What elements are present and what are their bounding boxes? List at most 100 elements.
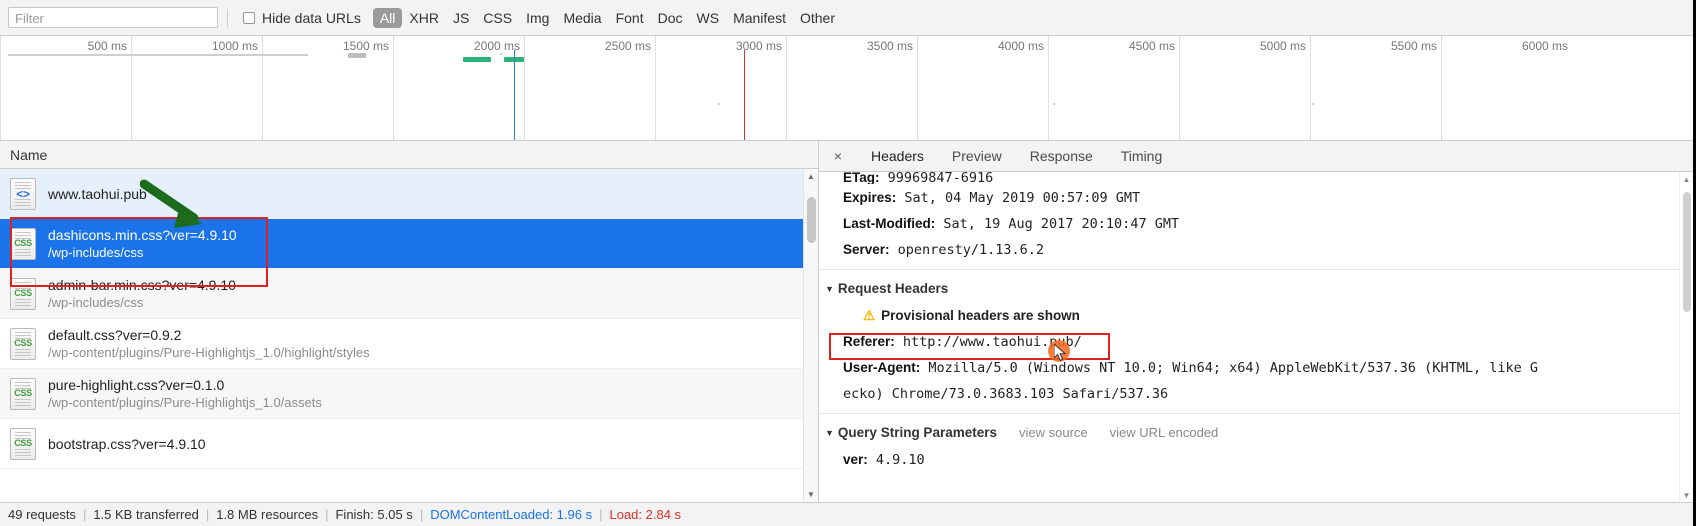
header-value: http://www.taohui.pub/ (894, 334, 1082, 350)
type-filter-all[interactable]: All (372, 7, 403, 28)
css-icon-label: CSS (14, 338, 32, 348)
status-resources: 1.8 MB resources (216, 507, 319, 522)
table-row[interactable]: CSS bootstrap.css?ver=4.9.10 (0, 419, 818, 469)
overview-request-bar (463, 57, 491, 62)
scrollbar-thumb[interactable] (807, 197, 816, 243)
type-filter-css[interactable]: CSS (476, 8, 519, 28)
overview-marker-dot (718, 103, 720, 105)
hide-data-urls-label: Hide data URLs (262, 9, 361, 26)
css-file-icon: CSS (10, 277, 36, 310)
table-row[interactable]: CSS admin-bar.min.css?ver=4.9.10 /wp-inc… (0, 269, 818, 319)
tab-headers[interactable]: Headers (857, 141, 938, 172)
header-value: ecko) Chrome/73.0.3683.103 Safari/537.36 (843, 386, 1169, 402)
close-icon[interactable]: × (827, 145, 849, 167)
view-url-encoded-link[interactable]: view URL encoded (1110, 425, 1219, 440)
timeline-tick-label: 5500 ms (1390, 39, 1437, 53)
filter-input[interactable]: Filter (8, 7, 218, 28)
scroll-up-icon[interactable]: ▲ (804, 169, 818, 184)
type-filter-ws[interactable]: WS (690, 8, 727, 28)
query-string-section-title[interactable]: ▼ Query String Parameters view source view … (825, 420, 1693, 447)
request-name: dashicons.min.css?ver=4.9.10 (48, 227, 237, 243)
request-name: admin-bar.min.css?ver=4.9.10 (48, 277, 236, 293)
type-filter-xhr[interactable]: XHR (402, 8, 446, 28)
timeline-tick-label: 500 ms (87, 39, 127, 53)
header-key: ETag: (843, 172, 880, 184)
table-row[interactable]: CSS pure-highlight.css?ver=0.1.0 /wp-con… (0, 369, 818, 419)
timeline-tick: 3500 ms (786, 36, 917, 140)
scroll-up-icon[interactable]: ▲ (1680, 172, 1693, 186)
tab-response[interactable]: Response (1016, 141, 1107, 172)
overview-marker-dot (1312, 103, 1314, 105)
scroll-down-icon[interactable]: ▼ (804, 487, 818, 502)
scroll-down-icon[interactable]: ▼ (1680, 488, 1693, 502)
request-rows[interactable]: <> www.taohui.pub CSS dashicons.min.css?… (0, 169, 818, 502)
network-overview-timeline[interactable]: 500 ms 1000 ms 1500 ms 2000 ms 2500 ms 3… (0, 36, 1693, 141)
header-value: openresty/1.13.6.2 (889, 242, 1044, 258)
status-separator: | (82, 507, 87, 522)
scrollbar-thumb[interactable] (1683, 192, 1691, 312)
css-icon-label: CSS (14, 438, 32, 448)
status-separator: | (205, 507, 210, 522)
status-transferred: 1.5 KB transferred (93, 507, 199, 522)
type-filter-other[interactable]: Other (793, 8, 842, 28)
css-icon-label: CSS (14, 388, 32, 398)
request-headers-section-title[interactable]: ▼ Request Headers (825, 276, 1693, 303)
type-filter-js[interactable]: JS (446, 8, 476, 28)
type-filter-media[interactable]: Media (556, 8, 608, 28)
hide-data-urls-toggle[interactable]: Hide data URLs (243, 10, 361, 26)
section-label: Query String Parameters (837, 425, 997, 440)
type-filter-font[interactable]: Font (609, 8, 651, 28)
network-status-bar: 49 requests | 1.5 KB transferred | 1.8 M… (0, 502, 1693, 526)
header-key: Last-Modified: (843, 216, 936, 231)
details-scrollbar[interactable]: ▲ ▼ (1679, 172, 1693, 502)
css-file-icon: CSS (10, 427, 36, 460)
headers-content[interactable]: ETag: 99969847-6916 Expires: Sat, 04 May… (819, 172, 1693, 502)
tab-preview[interactable]: Preview (938, 141, 1016, 172)
chevron-down-icon[interactable]: ▼ (825, 284, 834, 294)
param-key: ver: (843, 452, 868, 467)
request-path: /wp-content/plugins/Pure-Highlightjs_1.0… (48, 395, 322, 410)
network-filter-bar: Filter Hide data URLs All XHR JS CSS Img… (0, 0, 1693, 36)
filter-bar-divider-1 (227, 8, 228, 27)
overview-request-bar (348, 53, 366, 58)
tab-timing[interactable]: Timing (1107, 141, 1177, 172)
header-key: Referer: (843, 334, 895, 349)
timeline-tick-label: 3500 ms (866, 39, 913, 53)
request-list-column-header[interactable]: Name (0, 141, 818, 169)
request-name: pure-highlight.css?ver=0.1.0 (48, 377, 225, 393)
timeline-tick: 500 ms (0, 36, 131, 140)
timeline-tick-label: 5000 ms (1259, 39, 1306, 53)
header-row-last-modified: Last-Modified: Sat, 19 Aug 2017 20:10:47… (843, 211, 1693, 237)
section-label: Request Headers (837, 281, 949, 296)
css-file-icon: CSS (10, 227, 36, 260)
header-value: Sat, 19 Aug 2017 20:10:47 GMT (935, 216, 1180, 232)
status-separator: | (419, 507, 424, 522)
table-row[interactable]: CSS default.css?ver=0.9.2 /wp-content/pl… (0, 319, 818, 369)
css-icon-label: CSS (14, 238, 32, 248)
timeline-tick: 1500 ms (262, 36, 393, 140)
section-divider (819, 269, 1693, 270)
request-row-texts: dashicons.min.css?ver=4.9.10 /wp-include… (48, 227, 237, 260)
request-row-texts: admin-bar.min.css?ver=4.9.10 /wp-include… (48, 277, 236, 310)
view-source-link[interactable]: view source (1019, 425, 1088, 440)
header-row-user-agent-wrap: ecko) Chrome/73.0.3683.103 Safari/537.36 (843, 381, 1693, 407)
warning-icon: ⚠ (863, 308, 876, 323)
document-file-icon: <> (10, 177, 36, 210)
request-details-pane: × Headers Preview Response Timing ETag: … (819, 141, 1693, 502)
request-list-scrollbar[interactable]: ▲ ▼ (803, 169, 818, 502)
header-row-user-agent: User-Agent: Mozilla/5.0 (Windows NT 10.0… (843, 355, 1693, 381)
type-filter-doc[interactable]: Doc (651, 8, 690, 28)
table-row[interactable]: <> www.taohui.pub (0, 169, 818, 219)
timeline-tick-label: 1000 ms (211, 39, 258, 53)
network-main-split: Name <> www.taohui.pub CSS dashicons.min… (0, 141, 1693, 502)
hide-data-urls-checkbox[interactable] (243, 11, 255, 24)
timeline-tick-label: 2500 ms (604, 39, 651, 53)
chevron-down-icon[interactable]: ▼ (825, 428, 834, 438)
request-row-texts: www.taohui.pub (48, 186, 147, 202)
devtools-network-panel: Filter Hide data URLs All XHR JS CSS Img… (0, 0, 1696, 526)
table-row[interactable]: CSS dashicons.min.css?ver=4.9.10 /wp-inc… (0, 219, 818, 269)
type-filter-manifest[interactable]: Manifest (726, 8, 793, 28)
header-key: Expires: (843, 190, 897, 205)
type-filter-img[interactable]: Img (519, 8, 556, 28)
column-header-name: Name (10, 146, 48, 163)
